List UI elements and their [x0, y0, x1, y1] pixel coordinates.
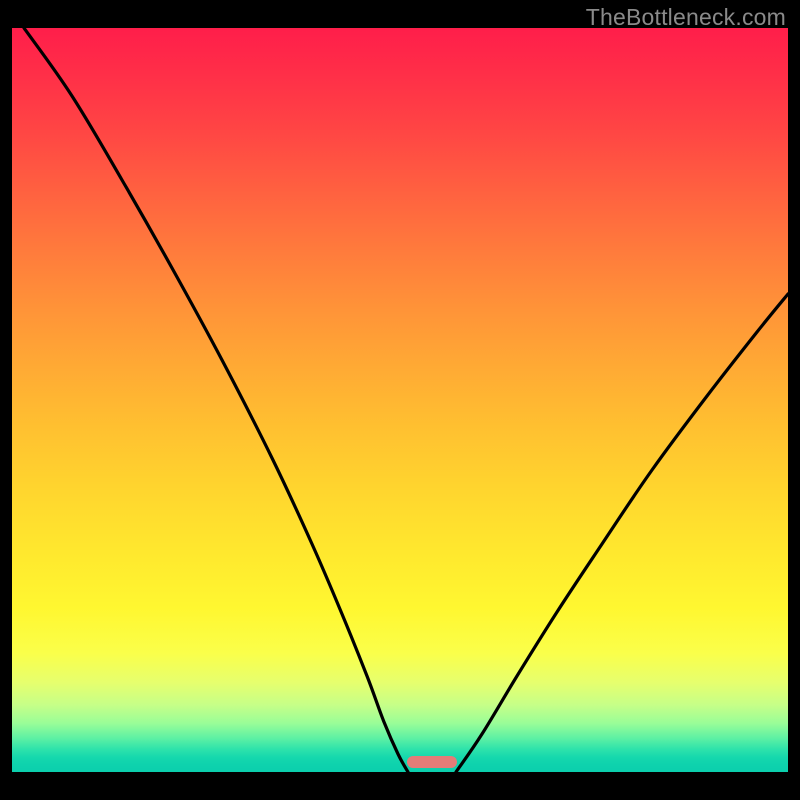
watermark-text: TheBottleneck.com	[586, 4, 786, 31]
valley-marker	[407, 756, 457, 768]
curve-right-path	[456, 294, 788, 772]
chart-frame	[12, 28, 788, 788]
curve-layer	[12, 28, 788, 772]
plot-area	[12, 28, 788, 772]
curve-left-path	[24, 28, 408, 772]
